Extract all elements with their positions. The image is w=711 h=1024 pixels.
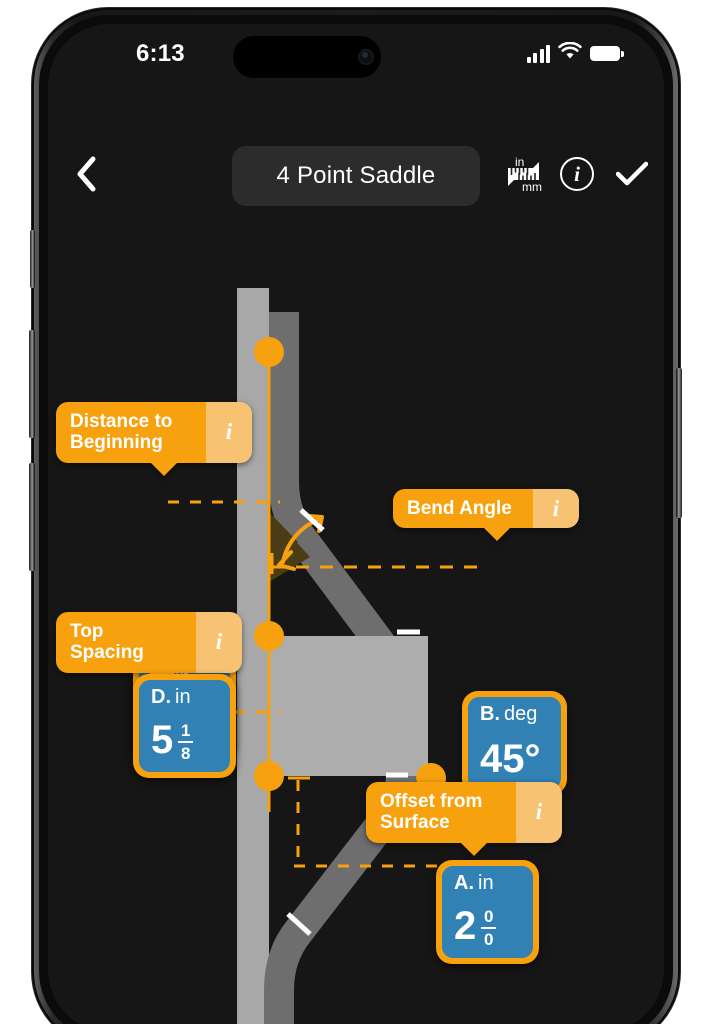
callout-offset-from-surface[interactable]: Offset from Surface i [366, 782, 562, 856]
measurement-value: 45° [480, 736, 549, 781]
back-button[interactable] [64, 152, 108, 196]
measurement-header: D. in [151, 687, 218, 707]
page-title: 4 Point Saddle [232, 146, 480, 206]
measurement-letter: B. [480, 703, 500, 725]
cellular-signal-icon [526, 44, 550, 63]
obstacle-box [269, 636, 428, 776]
volume-up-button[interactable] [29, 330, 35, 438]
info-circle-icon: i [560, 157, 594, 191]
measurement-unit: deg [504, 703, 538, 725]
measurement-card-top-spacing[interactable]: D. in 5 1 8 [133, 674, 236, 778]
confirm-button[interactable] [610, 152, 654, 196]
measurement-unit: in [478, 872, 494, 894]
callout-label: Top Spacing [56, 612, 196, 673]
fraction-denominator: 0 [484, 929, 494, 949]
callout-info-button[interactable]: i [533, 489, 579, 529]
measurement-fraction: 1 8 [178, 720, 194, 763]
ruler-unit-toggle-icon: in mm [506, 155, 544, 194]
measurement-whole: 45° [480, 736, 541, 781]
bend-point-top [254, 337, 284, 367]
fraction-bar [178, 740, 194, 744]
status-time: 6:13 [136, 40, 185, 67]
bend-point-bottom [254, 761, 284, 791]
chevron-left-icon [77, 156, 96, 192]
callout-tail [460, 841, 488, 856]
measurement-value: 2 0 0 [454, 903, 521, 949]
fraction-numerator: 0 [484, 906, 494, 926]
battery-full-icon [590, 46, 624, 61]
measurement-letter: A. [454, 872, 474, 894]
callout-label: Offset from Surface [366, 782, 516, 843]
phone-screen: 6:13 4 Point Saddle in mm i Distance to … [48, 24, 664, 1024]
checkmark-icon [616, 161, 648, 186]
measurement-card-offset-from-surface[interactable]: A. in 2 0 0 [436, 860, 539, 964]
measurement-unit: in [175, 686, 191, 708]
fraction-denominator: 8 [181, 743, 191, 763]
measurement-letter: D. [151, 686, 171, 708]
callout-label: Bend Angle [393, 489, 533, 529]
status-indicators [526, 41, 624, 65]
measurement-fraction: 0 0 [481, 906, 497, 949]
measurement-value: 5 1 8 [151, 717, 218, 763]
power-button[interactable] [676, 368, 682, 518]
screenshot-root: 6:13 4 Point Saddle in mm i Distance to … [0, 0, 711, 1024]
wifi-icon [558, 41, 582, 65]
callout-top-spacing[interactable]: Top Spacing i [56, 612, 242, 686]
fraction-bar [481, 926, 497, 930]
navigation-bar: 4 Point Saddle in mm i [48, 136, 664, 212]
info-button[interactable]: i [555, 152, 599, 196]
measurement-header: B. deg [480, 704, 549, 724]
measurement-card-bend-angle[interactable]: B. deg 45° [462, 691, 567, 795]
bend-point-middle [254, 621, 284, 651]
four-point-saddle-bend-diagram: Distance to Beginning i C.in 45 1 2 [48, 212, 664, 1024]
fraction-numerator: 1 [181, 720, 191, 740]
measurement-header: A. in [454, 873, 521, 893]
callout-info-button[interactable]: i [196, 612, 242, 673]
measurement-whole: 5 [151, 717, 174, 762]
callout-info-button[interactable]: i [516, 782, 562, 843]
volume-down-button[interactable] [29, 463, 35, 571]
silent-switch-button[interactable] [30, 230, 35, 288]
measurement-whole: 2 [454, 903, 477, 948]
callout-tail [150, 461, 178, 476]
unit-toggle-button[interactable]: in mm [503, 152, 547, 196]
callout-bend-angle[interactable]: Bend Angle i [393, 489, 579, 542]
callout-info-button[interactable]: i [206, 402, 252, 463]
status-bar: 6:13 [48, 24, 664, 88]
camera-glint [362, 52, 368, 58]
callout-distance-to-beginning[interactable]: Distance to Beginning i [56, 402, 252, 476]
callout-label: Distance to Beginning [56, 402, 206, 463]
callout-tail [483, 527, 511, 542]
